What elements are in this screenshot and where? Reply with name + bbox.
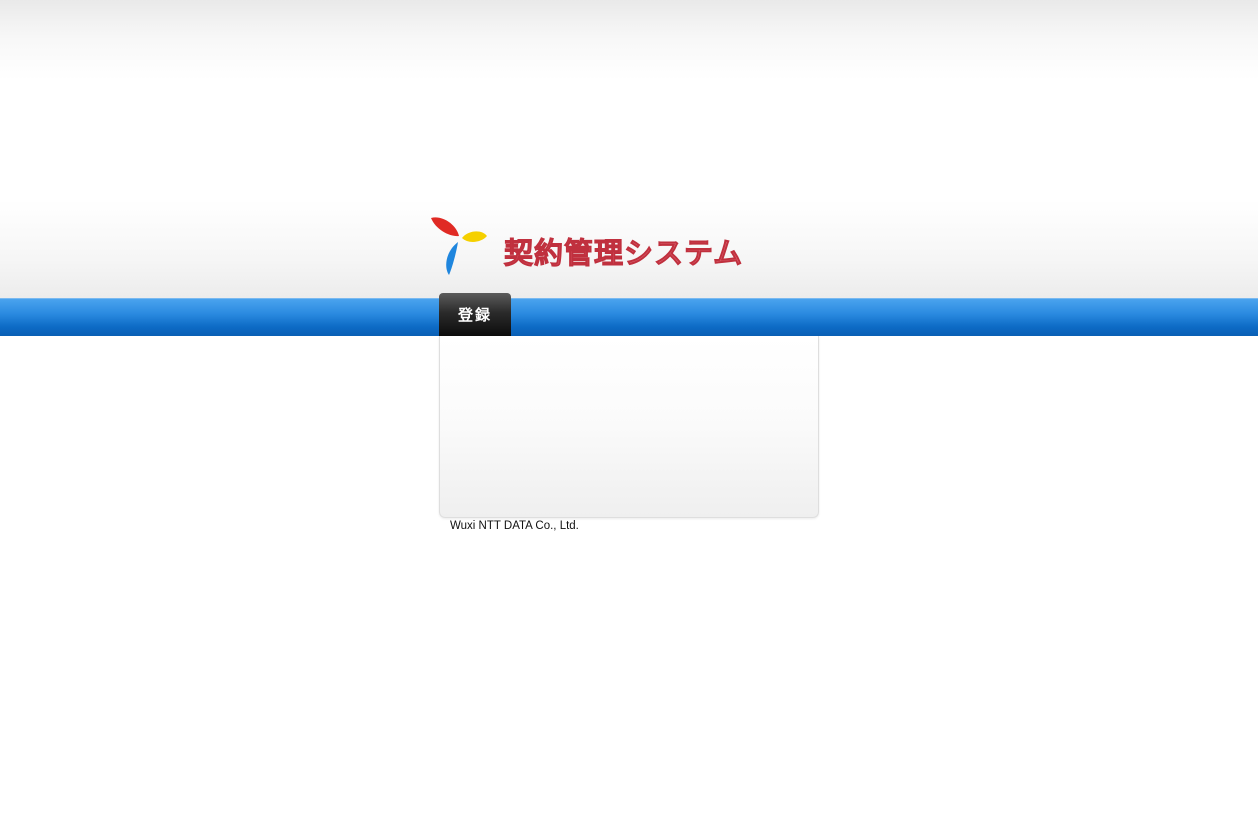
cotton-bolls-image (628, 408, 980, 653)
top-gradient (0, 0, 1258, 80)
company-name: Wuxi NTT DATA Co., Ltd. (450, 520, 579, 532)
app-title: 契約管理システム (503, 236, 744, 271)
login-page: 契約管理システム 登録 Wuxi NTT DATA Co., Ltd. (0, 0, 1258, 820)
tab-login[interactable]: 登録 (439, 293, 511, 336)
tricolor-petal-logo-icon (428, 212, 494, 278)
nav-bar (0, 298, 1258, 336)
